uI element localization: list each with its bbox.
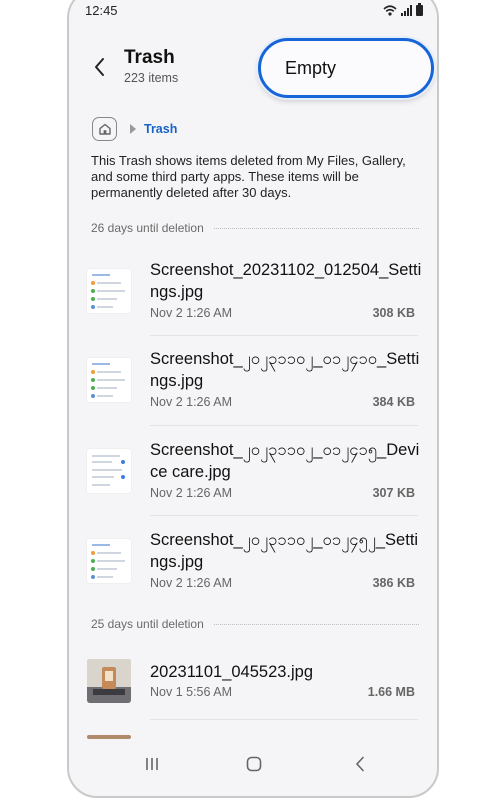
back-nav-button[interactable] xyxy=(349,754,371,774)
section-header: 26 days until deletion xyxy=(91,220,419,236)
file-row[interactable]: Screenshot_၂၀၂၃၁၁၀၂_၀၁၂၄၁၅_Device care.j… xyxy=(69,435,437,517)
row-divider xyxy=(150,425,418,426)
file-name: Screenshot_၂၀၂၃၁၁၀၂_၀၁၂၄၁၅_Device care.j… xyxy=(150,441,420,481)
chevron-left-icon xyxy=(95,58,104,76)
file-name: Screenshot_၂၀၂၃၁၁၀၂_၀၁၂၄၅၂_Settings.jpg xyxy=(150,531,419,571)
back-button[interactable] xyxy=(87,54,113,80)
file-name: Screenshot_20231102_012504_Settings.jpg xyxy=(150,261,422,301)
section-label: 26 days until deletion xyxy=(91,221,204,235)
section-header: 25 days until deletion xyxy=(91,616,419,632)
file-name: 20231101_045523.jpg xyxy=(150,663,314,681)
home-nav-button[interactable] xyxy=(243,754,265,774)
back-arrow-icon xyxy=(355,756,364,772)
section-divider xyxy=(213,227,419,229)
trash-info-text: This Trash shows items deleted from My F… xyxy=(91,153,406,200)
recent-apps-icon xyxy=(146,758,158,770)
navigation-bar xyxy=(69,754,437,788)
file-date: Nov 2 1:26 AM xyxy=(150,395,232,409)
signal-icon xyxy=(401,5,412,16)
file-date: Nov 2 1:26 AM xyxy=(150,576,232,590)
breadcrumb-trash[interactable]: Trash xyxy=(144,122,177,136)
home-breadcrumb-button[interactable] xyxy=(92,117,117,141)
file-date: Nov 2 1:26 AM xyxy=(150,486,232,500)
file-row[interactable]: Screenshot_၂၀၂၃၁၁၀၂_၀၁၂၄၁၀_Settings.jpg … xyxy=(69,344,437,426)
file-size: 386 KB xyxy=(372,576,415,590)
status-bar: 12:45 xyxy=(69,2,437,28)
row-divider xyxy=(150,335,418,336)
section-label: 25 days until deletion xyxy=(91,617,204,631)
home-circle-icon xyxy=(246,756,262,772)
file-row[interactable]: 20231101_045523.jpg Nov 1 5:56 AM 1.66 M… xyxy=(69,647,437,729)
row-divider xyxy=(150,719,418,720)
photo-thumbnail xyxy=(87,659,131,703)
file-thumbnail xyxy=(87,539,131,583)
file-thumbnail xyxy=(87,269,131,313)
file-date: Nov 2 1:26 AM xyxy=(150,306,232,320)
empty-button-label: Empty xyxy=(285,57,337,78)
empty-trash-button[interactable]: Empty xyxy=(258,38,434,98)
page-title: Trash xyxy=(124,47,175,68)
phone-screen: 12:45 Trash 223 items Empty Trash This T… xyxy=(67,0,439,798)
file-row[interactable]: Screenshot_20231102_012504_Settings.jpg … xyxy=(69,255,437,337)
file-size: 308 KB xyxy=(372,306,415,320)
file-thumbnail xyxy=(87,449,131,493)
section-divider xyxy=(213,623,419,625)
wifi-icon xyxy=(383,5,397,16)
breadcrumb-arrow-icon xyxy=(130,124,136,134)
home-folder-icon xyxy=(98,123,111,135)
file-size: 307 KB xyxy=(372,486,415,500)
file-row[interactable]: Screenshot_၂၀၂၃၁၁၀၂_၀၁၂၄၅၂_Settings.jpg … xyxy=(69,525,437,607)
file-name: Screenshot_၂၀၂၃၁၁၀၂_၀၁၂၄၁၀_Settings.jpg xyxy=(150,350,420,390)
recent-apps-button[interactable] xyxy=(141,754,163,774)
row-divider xyxy=(150,515,418,516)
item-count: 223 items xyxy=(124,71,179,85)
file-size: 384 KB xyxy=(372,395,415,409)
battery-icon xyxy=(416,3,423,16)
file-size: 1.66 MB xyxy=(367,685,415,699)
status-icons xyxy=(383,3,423,16)
status-time: 12:45 xyxy=(85,3,118,18)
file-thumbnail xyxy=(87,358,131,402)
breadcrumb: Trash xyxy=(92,116,177,142)
photo-image xyxy=(87,659,131,703)
file-date: Nov 1 5:56 AM xyxy=(150,685,232,699)
next-file-thumbnail xyxy=(87,735,131,739)
